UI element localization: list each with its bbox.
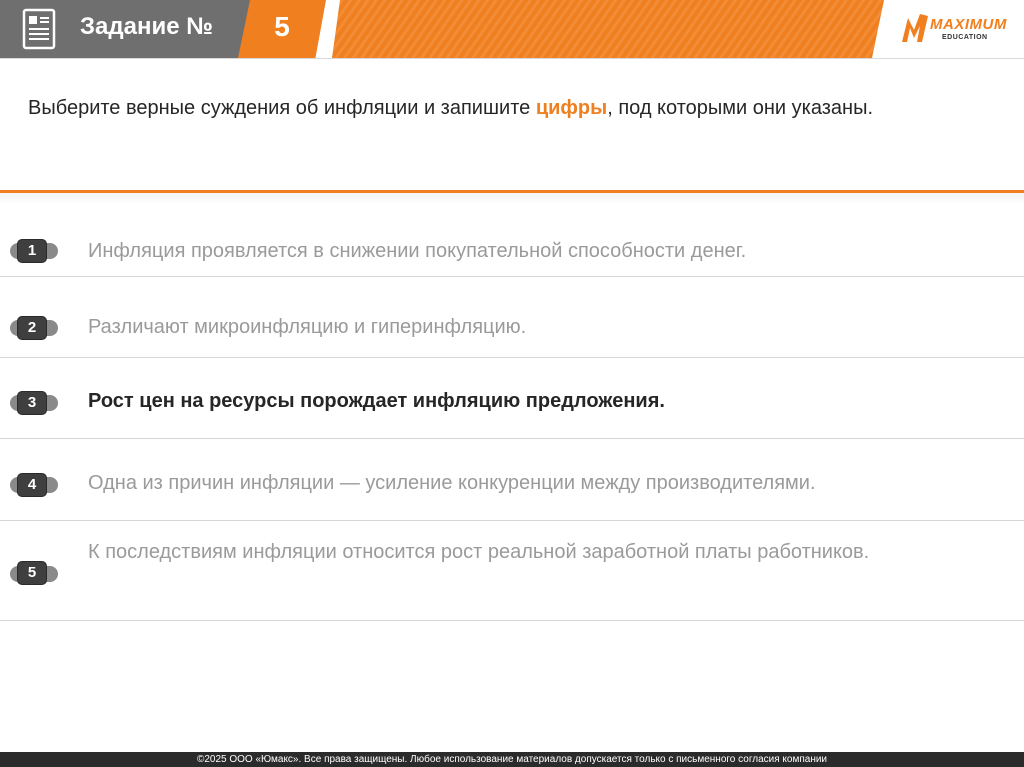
option-separator xyxy=(0,620,1024,621)
question-part-1: Выберите верные суждения об инфляции и з… xyxy=(28,97,536,119)
option-number-badge: 1 xyxy=(17,239,47,263)
option-separator xyxy=(0,276,1024,277)
question-part-2: , под которыми они указаны. xyxy=(607,97,874,119)
header-underline xyxy=(0,58,1024,59)
question-highlight: цифры xyxy=(535,97,608,119)
option-separator xyxy=(0,357,1024,358)
copyright-footer: ©2025 ООО «Юмакс». Все права защищены. Л… xyxy=(0,752,1024,767)
option-text: К последствиям инфляции относится рост р… xyxy=(88,541,870,563)
option-number-badge: 3 xyxy=(17,391,47,415)
option-text: Различают микроинфляцию и гиперинфляцию. xyxy=(88,316,527,338)
logo-subtitle: EDUCATION xyxy=(942,34,988,41)
maximum-logo-mark-icon xyxy=(902,14,928,42)
document-icon xyxy=(22,8,56,50)
logo-wordmark: MAXIMUM xyxy=(930,16,1007,33)
task-number: 5 xyxy=(274,11,290,42)
option-number-badge: 2 xyxy=(17,316,47,340)
maximum-logo: MAXIMUM EDUCATION xyxy=(900,12,1016,48)
option-number-badge: 4 xyxy=(17,473,47,497)
option-text: Одна из причин инфляции — усиление конку… xyxy=(88,472,816,494)
option-text: Рост цен на ресурсы порождает инфляцию п… xyxy=(88,390,665,412)
header-decorative-stripe xyxy=(332,0,884,58)
header-bar: Задание № 5 MAXIMUM EDUCATION xyxy=(0,0,1024,58)
option-number-badge: 5 xyxy=(17,561,47,585)
question-text: Выберите верные суждения об инфляции и з… xyxy=(28,92,954,124)
option-text: Инфляция проявляется в снижении покупате… xyxy=(88,240,747,262)
option-separator xyxy=(0,520,1024,521)
option-separator xyxy=(0,438,1024,439)
task-title: Задание № xyxy=(80,13,213,40)
